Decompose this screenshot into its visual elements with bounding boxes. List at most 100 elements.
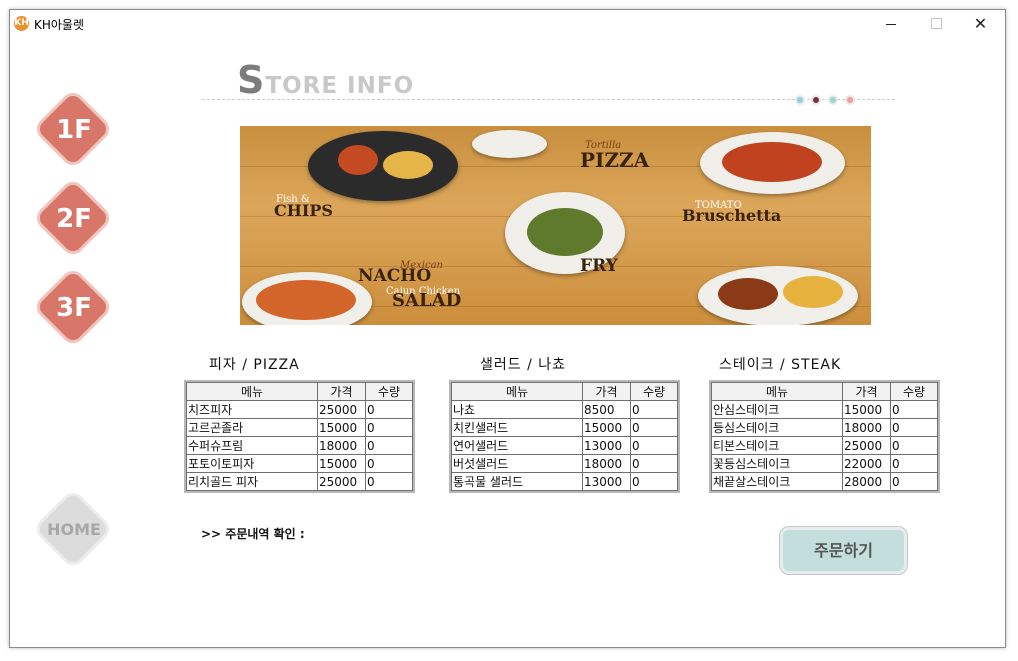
home-button[interactable]: HOME (30, 486, 118, 574)
banner-pizza-title: PIZZA (580, 148, 650, 172)
quantity-cell[interactable]: 0 (890, 436, 938, 455)
quantity-cell[interactable]: 0 (890, 472, 938, 491)
price-cell[interactable]: 15000 (842, 400, 891, 419)
menu-name-cell[interactable]: 포토이토피자 (186, 454, 318, 473)
quantity-cell[interactable]: 0 (890, 418, 938, 437)
price-cell[interactable]: 18000 (582, 454, 631, 473)
price-cell[interactable]: 18000 (317, 436, 366, 455)
menu-name-cell[interactable]: 통곡물 샐러드 (451, 472, 583, 491)
menu-name-cell[interactable]: 채끝살스테이크 (711, 472, 843, 491)
quantity-cell[interactable]: 0 (365, 472, 413, 491)
quantity-cell[interactable]: 0 (630, 454, 678, 473)
order-button[interactable]: 주문하기 (780, 527, 907, 574)
menu-name-cell[interactable]: 치킨샐러드 (451, 418, 583, 437)
price-cell[interactable]: 15000 (582, 418, 631, 437)
menu-name-cell[interactable]: 등심스테이크 (711, 418, 843, 437)
menu-name-cell[interactable]: 연어샐러드 (451, 436, 583, 455)
table-row[interactable]: 리치골드 피자 25000 0 (186, 472, 413, 491)
price-cell[interactable]: 13000 (582, 472, 631, 491)
column-header[interactable]: 수량 (890, 382, 938, 401)
pager-dot-3[interactable] (828, 95, 838, 105)
table-header-row: 메뉴 가격 수량 (186, 382, 413, 401)
quantity-cell[interactable]: 0 (365, 436, 413, 455)
pizza-menu-table[interactable]: 메뉴 가격 수량 치즈피자 25000 0 고르곤졸라 15000 0 수퍼슈프림 18000 0 포토… (184, 380, 415, 493)
page-title: STORE INFO (237, 58, 414, 102)
table-row[interactable]: 티본스테이크 25000 0 (711, 436, 938, 455)
pager-dot-2[interactable] (811, 95, 821, 105)
quantity-cell[interactable]: 0 (890, 454, 938, 473)
menu-name-cell[interactable]: 리치골드 피자 (186, 472, 318, 491)
table-row[interactable]: 안심스테이크 15000 0 (711, 400, 938, 419)
quantity-cell[interactable]: 0 (365, 454, 413, 473)
column-header[interactable]: 가격 (842, 382, 891, 401)
column-header[interactable]: 메뉴 (186, 382, 318, 401)
banner-chips-title: CHIPS (274, 201, 333, 220)
column-header[interactable]: 메뉴 (711, 382, 843, 401)
floor-2-button[interactable]: 2F (30, 175, 118, 263)
table-row[interactable]: 치즈피자 25000 0 (186, 400, 413, 419)
table-row[interactable]: 포토이토피자 15000 0 (186, 454, 413, 473)
quantity-cell[interactable]: 0 (365, 418, 413, 437)
menu-name-cell[interactable]: 안심스테이크 (711, 400, 843, 419)
price-cell[interactable]: 8500 (582, 400, 631, 419)
price-cell[interactable]: 22000 (842, 454, 891, 473)
menu-name-cell[interactable]: 치즈피자 (186, 400, 318, 419)
quantity-cell[interactable]: 0 (630, 418, 678, 437)
title-bar[interactable]: KH KH아울렛 ✕ (10, 10, 1005, 38)
table-row[interactable]: 꽃등심스테이크 22000 0 (711, 454, 938, 473)
column-header[interactable]: 수량 (365, 382, 413, 401)
order-history-label: >> 주문내역 확인 : (201, 527, 305, 541)
price-cell[interactable]: 15000 (317, 418, 366, 437)
column-header[interactable]: 수량 (630, 382, 678, 401)
minimize-button[interactable] (868, 10, 913, 38)
menu-name-cell[interactable]: 티본스테이크 (711, 436, 843, 455)
pager-dot-4[interactable] (845, 95, 855, 105)
table-row[interactable]: 연어샐러드 13000 0 (451, 436, 678, 455)
floor-3-button[interactable]: 3F (30, 264, 118, 352)
page-title-initial: S (237, 58, 266, 102)
menu-name-cell[interactable]: 버섯샐러드 (451, 454, 583, 473)
menu-name-cell[interactable]: 수퍼슈프림 (186, 436, 318, 455)
table-row[interactable]: 수퍼슈프림 18000 0 (186, 436, 413, 455)
salad-menu-table[interactable]: 메뉴 가격 수량 나쵸 8500 0 치킨샐러드 15000 0 연어샐러드 13000 0 버섯샐러드… (449, 380, 680, 493)
column-header[interactable]: 가격 (582, 382, 631, 401)
page-title-rest: TORE INFO (265, 73, 415, 99)
table-row[interactable]: 고르곤졸라 15000 0 (186, 418, 413, 437)
close-button[interactable]: ✕ (958, 10, 1003, 38)
maximize-button[interactable] (913, 10, 958, 38)
column-header[interactable]: 가격 (317, 382, 366, 401)
menu-name-cell[interactable]: 꽃등심스테이크 (711, 454, 843, 473)
salad-section-title: 샐러드 / 나쵸 (480, 357, 567, 373)
quantity-cell[interactable]: 0 (630, 400, 678, 419)
column-header[interactable]: 메뉴 (451, 382, 583, 401)
banner-fry-title: FRY (580, 256, 618, 276)
quantity-cell[interactable]: 0 (365, 400, 413, 419)
price-cell[interactable]: 25000 (317, 472, 366, 491)
price-cell[interactable]: 15000 (317, 454, 366, 473)
table-row[interactable]: 등심스테이크 18000 0 (711, 418, 938, 437)
price-cell[interactable]: 18000 (842, 418, 891, 437)
quantity-cell[interactable]: 0 (630, 472, 678, 491)
menu-name-cell[interactable]: 나쵸 (451, 400, 583, 419)
table-row[interactable]: 나쵸 8500 0 (451, 400, 678, 419)
quantity-cell[interactable]: 0 (890, 400, 938, 419)
floor-2-label: 2F (56, 204, 92, 234)
price-cell[interactable]: 25000 (317, 400, 366, 419)
menu-banner-image: Tortilla PIZZA Fish & CHIPS TOMATO Brusc… (240, 126, 871, 325)
price-cell[interactable]: 13000 (582, 436, 631, 455)
steak-menu-table[interactable]: 메뉴 가격 수량 안심스테이크 15000 0 등심스테이크 18000 0 티본스테이크 2500… (709, 380, 940, 493)
floor-1-label: 1F (56, 115, 92, 145)
floor-1-button[interactable]: 1F (30, 86, 118, 174)
price-cell[interactable]: 28000 (842, 472, 891, 491)
pizza-section-title: 피자 / PIZZA (209, 357, 300, 373)
table-row[interactable]: 치킨샐러드 15000 0 (451, 418, 678, 437)
window-title: KH아울렛 (34, 18, 85, 32)
quantity-cell[interactable]: 0 (630, 436, 678, 455)
menu-name-cell[interactable]: 고르곤졸라 (186, 418, 318, 437)
price-cell[interactable]: 25000 (842, 436, 891, 455)
table-header-row: 메뉴 가격 수량 (711, 382, 938, 401)
table-row[interactable]: 통곡물 샐러드 13000 0 (451, 472, 678, 491)
table-row[interactable]: 채끝살스테이크 28000 0 (711, 472, 938, 491)
table-row[interactable]: 버섯샐러드 18000 0 (451, 454, 678, 473)
pager-dot-1[interactable] (795, 95, 805, 105)
